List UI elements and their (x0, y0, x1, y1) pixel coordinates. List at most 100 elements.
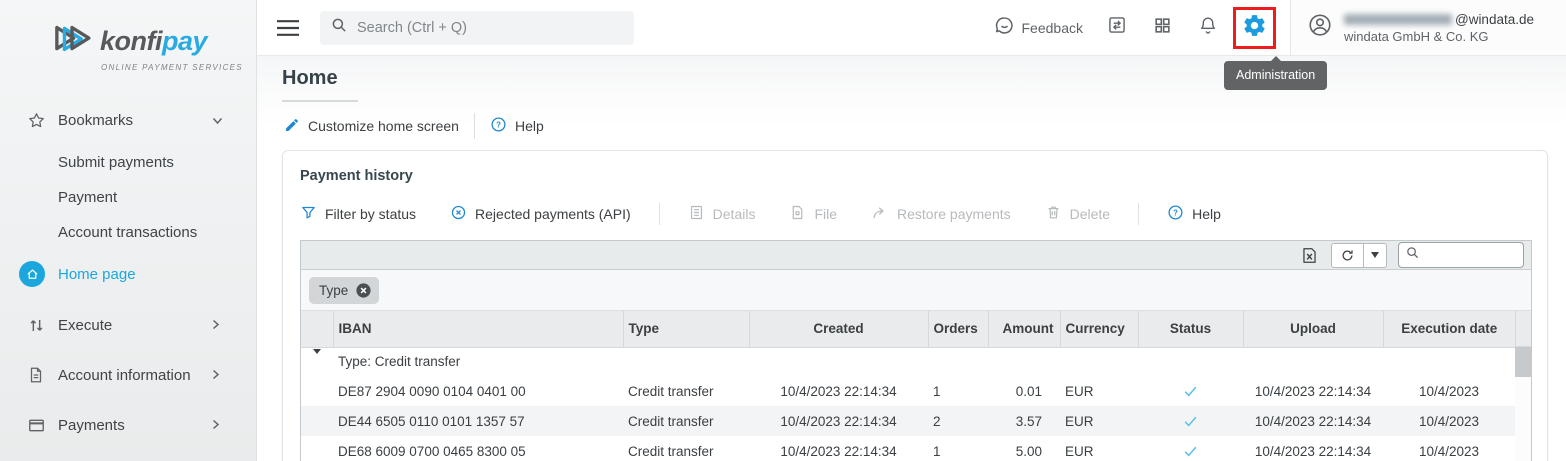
chevron-right-icon (212, 317, 220, 334)
star-icon (25, 111, 47, 130)
filter-by-status-button[interactable]: Filter by status (300, 204, 416, 224)
refresh-options-dropdown[interactable] (1363, 244, 1386, 267)
home-icon (19, 261, 45, 287)
table-search-input[interactable] (1425, 248, 1515, 263)
column-header-execution-date[interactable]: Execution date (1383, 311, 1515, 347)
credit-card-icon (25, 416, 47, 435)
notifications-button[interactable] (1198, 15, 1218, 40)
table-row[interactable]: DE44 6505 0110 0101 1357 57 Credit trans… (301, 406, 1515, 436)
group-label: Type: Credit transfer (333, 347, 1515, 376)
cell-amount: 3.57 (988, 406, 1060, 436)
global-search[interactable] (320, 11, 634, 45)
brand-tagline: ONLINE PAYMENT SERVICES (101, 63, 243, 72)
bell-icon (1198, 15, 1218, 40)
sidebar-item-label: Submit payments (58, 154, 174, 171)
help-icon: ? (1167, 204, 1184, 224)
divider (1138, 203, 1139, 225)
chevron-down-icon (212, 112, 223, 129)
sidebar-item-bookmarks[interactable]: Bookmarks (0, 102, 257, 138)
status-check-icon (1182, 383, 1199, 400)
payment-history-table: Type IBAN Type Create (300, 240, 1532, 461)
brand-name: konfipay (100, 26, 207, 57)
details-button[interactable]: Details (688, 204, 756, 224)
apps-grid-icon (1153, 16, 1172, 40)
column-header-currency[interactable]: Currency (1060, 311, 1138, 347)
delete-button[interactable]: Delete (1045, 204, 1110, 224)
sidebar-item-label: Account information (58, 367, 191, 384)
sidebar-item-payment[interactable]: Payment (0, 179, 257, 215)
customize-home-screen-button[interactable]: Customize home screen (284, 117, 459, 136)
rejected-payments-button[interactable]: Rejected payments (API) (450, 204, 631, 224)
cell-created: 10/4/2023 22:14:34 (749, 406, 928, 436)
column-header-status[interactable]: Status (1138, 311, 1243, 347)
column-header-type[interactable]: Type (623, 311, 749, 347)
sidebar-item-account-transactions[interactable]: Account transactions (0, 214, 257, 250)
panel-help-button[interactable]: ? Help (1167, 204, 1221, 224)
gear-icon (1242, 13, 1267, 43)
cell-type: Credit transfer (623, 436, 749, 461)
group-row[interactable]: Type: Credit transfer (301, 347, 1515, 376)
sidebar-item-label: Account transactions (58, 224, 197, 241)
up-down-arrows-icon (25, 316, 47, 335)
file-button[interactable]: File (789, 204, 837, 224)
file-icon (789, 204, 806, 224)
remove-filter-icon[interactable] (355, 282, 372, 299)
cell-execution-date: 10/4/2023 (1383, 406, 1515, 436)
search-input[interactable] (357, 20, 607, 36)
cell-amount: 5.00 (988, 436, 1060, 461)
type-filter-chip[interactable]: Type (309, 277, 379, 304)
restore-payments-button[interactable]: Restore payments (871, 204, 1011, 225)
details-doc-icon (688, 204, 705, 224)
apps-grid-button[interactable] (1153, 16, 1172, 40)
collapse-group-icon[interactable] (313, 349, 321, 369)
refresh-button-group (1331, 243, 1387, 268)
menu-icon[interactable] (277, 20, 299, 36)
cell-currency: EUR (1060, 376, 1138, 406)
sidebar-item-execute[interactable]: Execute (0, 307, 257, 343)
sidebar-item-payments[interactable]: Payments (0, 407, 257, 443)
refresh-button[interactable] (1332, 244, 1363, 267)
column-header-expand[interactable] (301, 311, 333, 347)
sidebar-item-submit-payments[interactable]: Submit payments (0, 144, 257, 180)
table-row[interactable]: DE87 2904 0090 0104 0401 00 Credit trans… (301, 376, 1515, 406)
page-help-button[interactable]: ? Help (490, 116, 544, 136)
user-account-button[interactable]: @windata.de windata GmbH & Co. KG (1290, 0, 1566, 55)
cell-upload: 10/4/2023 22:14:34 (1243, 436, 1383, 461)
help-label: Help (515, 118, 544, 134)
circle-x-icon (450, 204, 467, 224)
column-header-orders[interactable]: Orders (928, 311, 988, 347)
feedback-button[interactable]: Feedback (994, 15, 1083, 41)
payment-history-panel: Payment history Filter by status Rejecte… (282, 150, 1548, 461)
sidebar-item-label: Payment (58, 189, 117, 206)
chevron-down-icon (1371, 252, 1379, 258)
pencil-icon (284, 117, 300, 136)
sidebar-item-label: Execute (58, 317, 112, 334)
administration-highlight-box (1233, 7, 1276, 49)
chevron-right-icon (212, 367, 220, 384)
column-header-amount[interactable]: Amount (988, 311, 1060, 347)
trash-icon (1045, 204, 1062, 224)
sidebar: konfipay ONLINE PAYMENT SERVICES Bookmar… (0, 0, 257, 461)
administration-tooltip: Administration (1224, 61, 1327, 90)
cell-type: Credit transfer (623, 406, 749, 436)
export-excel-button[interactable] (1300, 246, 1319, 265)
table-row[interactable]: DE68 6009 0700 0465 8300 05 Credit trans… (301, 436, 1515, 461)
sidebar-item-home-page[interactable]: Home page (0, 256, 257, 292)
column-header-created[interactable]: Created (749, 311, 928, 347)
column-header-iban[interactable]: IBAN (333, 311, 623, 347)
sidebar-item-account-information[interactable]: Account information (0, 357, 257, 393)
table-search[interactable] (1398, 242, 1524, 268)
column-header-upload[interactable]: Upload (1243, 311, 1383, 347)
scrollbar-thumb[interactable] (1515, 347, 1531, 377)
avatar-icon (1307, 12, 1333, 43)
cell-amount: 0.01 (988, 376, 1060, 406)
switch-view-button[interactable] (1107, 15, 1127, 40)
topbar: Feedback (257, 0, 1566, 56)
chevron-right-icon (212, 417, 220, 434)
vertical-scrollbar[interactable] (1515, 347, 1531, 461)
swap-arrows-icon (1107, 15, 1127, 40)
administration-gear-button[interactable] (1242, 13, 1267, 43)
cell-upload: 10/4/2023 22:14:34 (1243, 406, 1383, 436)
cell-execution-date: 10/4/2023 (1383, 436, 1515, 461)
cell-execution-date: 10/4/2023 (1383, 376, 1515, 406)
